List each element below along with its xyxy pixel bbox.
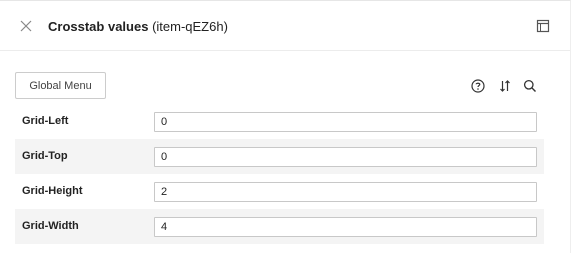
grid-width-input[interactable] [154,217,537,237]
crosstab-values-panel: Crosstab values (item-qEZ6h) Global Menu [0,0,571,253]
sort-icon[interactable] [497,78,513,94]
panel-header: Crosstab values (item-qEZ6h) [0,5,570,51]
help-circle-icon[interactable] [470,78,486,94]
panel-title-item: (item-qEZ6h) [152,19,228,34]
grid-height-input[interactable] [154,182,537,202]
property-list: Grid-Left Grid-Top Grid-Height Grid-Widt… [15,104,544,244]
property-label: Grid-Height [22,185,83,197]
property-label: Grid-Top [22,150,68,162]
search-icon[interactable] [522,78,538,94]
close-icon[interactable] [18,18,34,34]
maximize-icon[interactable] [536,19,550,33]
grid-top-input[interactable] [154,147,537,167]
panel-title-main: Crosstab values [48,19,149,34]
property-label: Grid-Left [22,115,69,127]
property-row-grid-width: Grid-Width [15,209,544,244]
panel-title: Crosstab values (item-qEZ6h) [48,19,228,34]
global-menu-button[interactable]: Global Menu [15,72,106,99]
property-row-grid-height: Grid-Height [15,174,544,209]
grid-left-input[interactable] [154,112,537,132]
property-row-grid-top: Grid-Top [15,139,544,174]
property-row-grid-left: Grid-Left [15,104,544,139]
property-label: Grid-Width [22,220,79,232]
